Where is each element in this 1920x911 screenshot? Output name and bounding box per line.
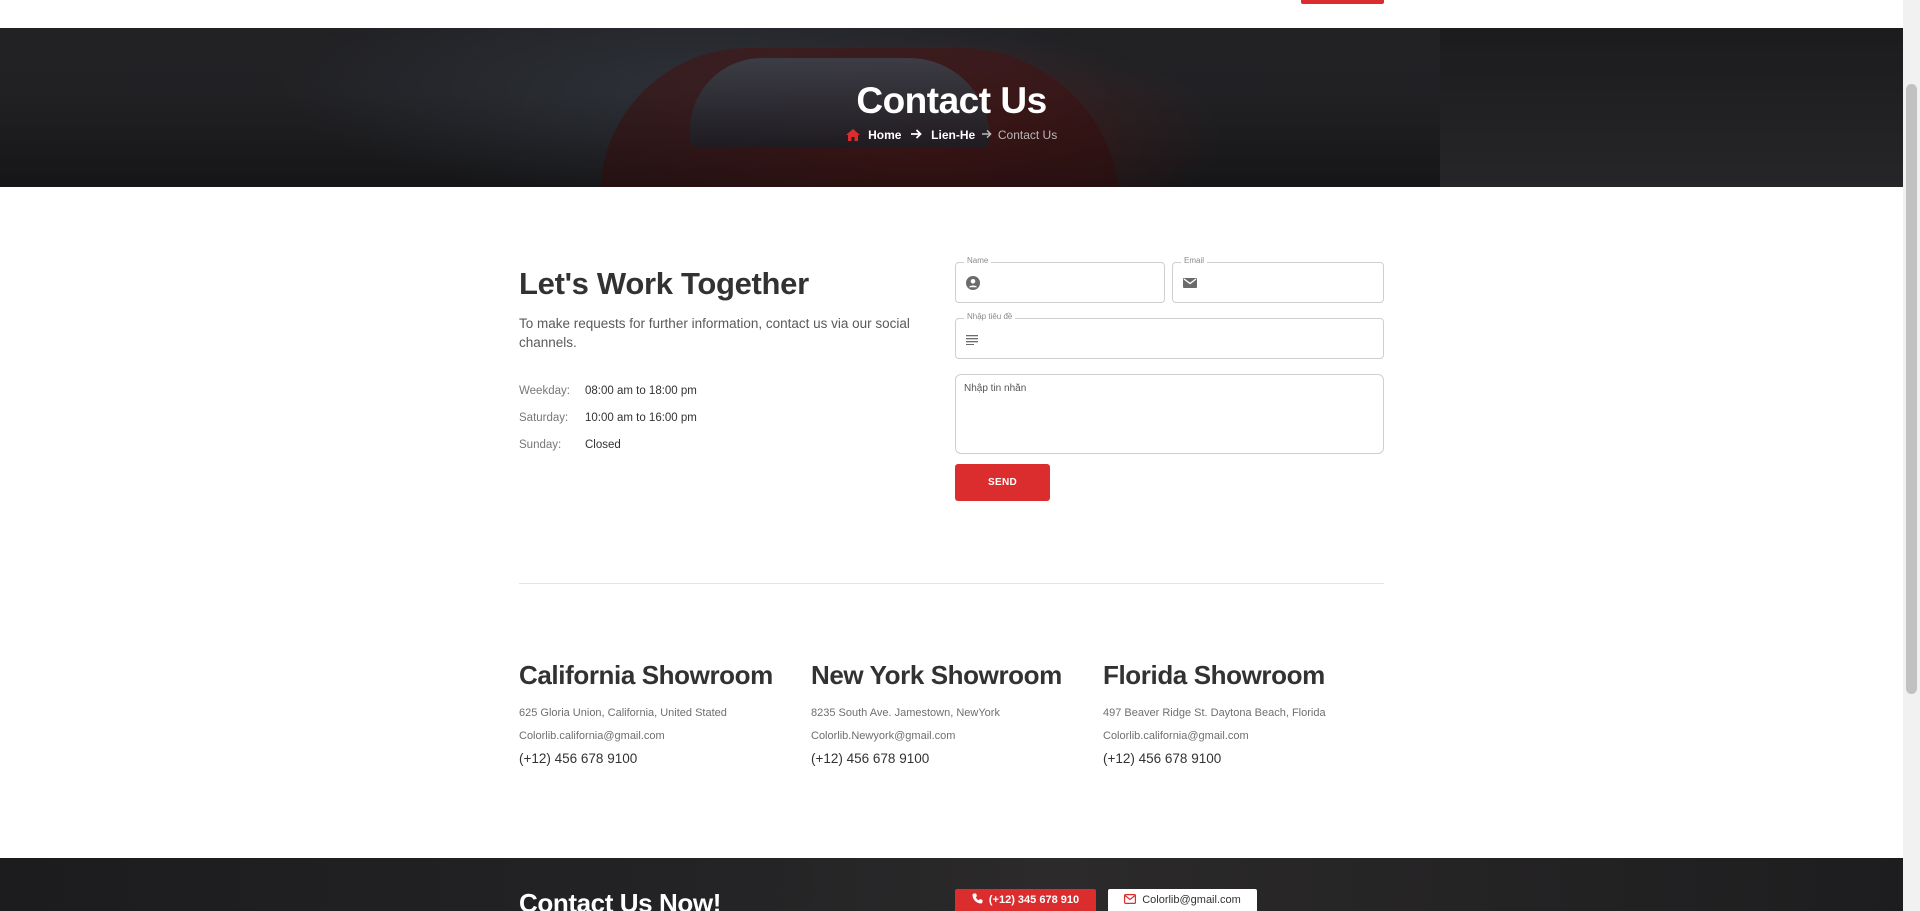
section-title: Let's Work Together [519, 266, 809, 301]
subject-field[interactable]: Nhập tiêu đề [955, 312, 1384, 359]
showroom-address: 8235 South Ave. Jamestown, NewYork [811, 707, 1000, 719]
hours-day: Saturday: [519, 412, 569, 424]
name-input[interactable] [990, 269, 1156, 296]
top-navbar [0, 0, 1903, 28]
name-field-label: Name [964, 256, 992, 265]
cta-email-button[interactable]: Colorlib@gmail.com [1108, 889, 1257, 911]
showroom-email[interactable]: Colorlib.Newyork@gmail.com [811, 730, 1091, 742]
envelope-icon [1183, 276, 1197, 290]
section-description: To make requests for further information… [519, 316, 910, 350]
hero-banner: Contact Us Home Lien-He Contact Us [0, 28, 1903, 187]
message-field[interactable] [955, 374, 1384, 454]
subject-input[interactable] [990, 325, 1375, 352]
hours-time: 08:00 am to 18:00 pm [585, 385, 697, 397]
showroom-card: California Showroom 625 Gloria Union, Ca… [519, 660, 799, 766]
name-field[interactable]: Name [955, 256, 1165, 303]
email-field[interactable]: Email [1172, 256, 1384, 303]
message-textarea[interactable] [964, 383, 1375, 445]
scrollbar-thumb[interactable] [1906, 84, 1917, 694]
section-divider [519, 583, 1384, 584]
home-icon[interactable] [845, 128, 860, 141]
hours-day: Sunday: [519, 439, 562, 451]
showroom-email[interactable]: Colorlib.california@gmail.com [1103, 730, 1383, 742]
hours-day: Weekday: [519, 385, 570, 397]
page-scrollbar[interactable] [1903, 0, 1920, 911]
breadcrumb-parent-link[interactable]: Lien-He [931, 128, 975, 142]
email-field-label: Email [1181, 256, 1208, 265]
hours-row: Saturday: 10:00 am to 16:00 pm [519, 412, 697, 439]
showroom-email[interactable]: Colorlib.california@gmail.com [519, 730, 799, 742]
breadcrumb-current: Contact Us [997, 127, 1058, 142]
showroom-phone[interactable]: (+12) 456 678 9100 [519, 751, 799, 766]
lines-icon [966, 332, 980, 346]
contact-cta-banner: Contact Us Now! (+12) 345 678 910 Colorl… [0, 858, 1903, 911]
cta-email-text: Colorlib@gmail.com [1142, 894, 1241, 906]
cta-phone-button[interactable]: (+12) 345 678 910 [955, 889, 1096, 911]
arrow-right-icon [910, 128, 922, 142]
user-circle-icon [966, 275, 980, 290]
showroom-title: Florida Showroom [1103, 660, 1325, 690]
nav-action-button[interactable] [1301, 0, 1384, 4]
hours-row: Sunday: Closed [519, 439, 697, 466]
showroom-phone[interactable]: (+12) 456 678 9100 [811, 751, 1091, 766]
showroom-address: 625 Gloria Union, California, United Sta… [519, 707, 727, 719]
cta-phone-text: (+12) 345 678 910 [988, 894, 1080, 906]
cta-title: Contact Us Now! [519, 888, 722, 911]
showroom-card: New York Showroom 8235 South Ave. Jamest… [811, 660, 1091, 766]
showroom-phone[interactable]: (+12) 456 678 9100 [1103, 751, 1383, 766]
arrow-right-icon [981, 128, 992, 142]
showroom-card: Florida Showroom 497 Beaver Ridge St. Da… [1103, 660, 1383, 766]
breadcrumb: Home Lien-He Contact Us [0, 127, 1903, 142]
send-button[interactable]: SEND [955, 464, 1050, 501]
breadcrumb-home-link[interactable]: Home [868, 128, 901, 142]
envelope-outline-icon [1124, 893, 1137, 907]
showroom-title: New York Showroom [811, 660, 1062, 690]
phone-icon [972, 893, 983, 907]
subject-field-label: Nhập tiêu đề [964, 312, 1016, 321]
email-input[interactable] [1207, 269, 1375, 296]
opening-hours: Weekday: 08:00 am to 18:00 pm Saturday: … [519, 385, 697, 466]
showroom-address: 497 Beaver Ridge St. Daytona Beach, Flor… [1103, 707, 1326, 719]
hours-row: Weekday: 08:00 am to 18:00 pm [519, 385, 697, 412]
page-title: Contact Us [856, 80, 1047, 121]
hours-time: 10:00 am to 16:00 pm [585, 412, 697, 424]
hours-time: Closed [585, 439, 621, 451]
showroom-title: California Showroom [519, 660, 773, 690]
